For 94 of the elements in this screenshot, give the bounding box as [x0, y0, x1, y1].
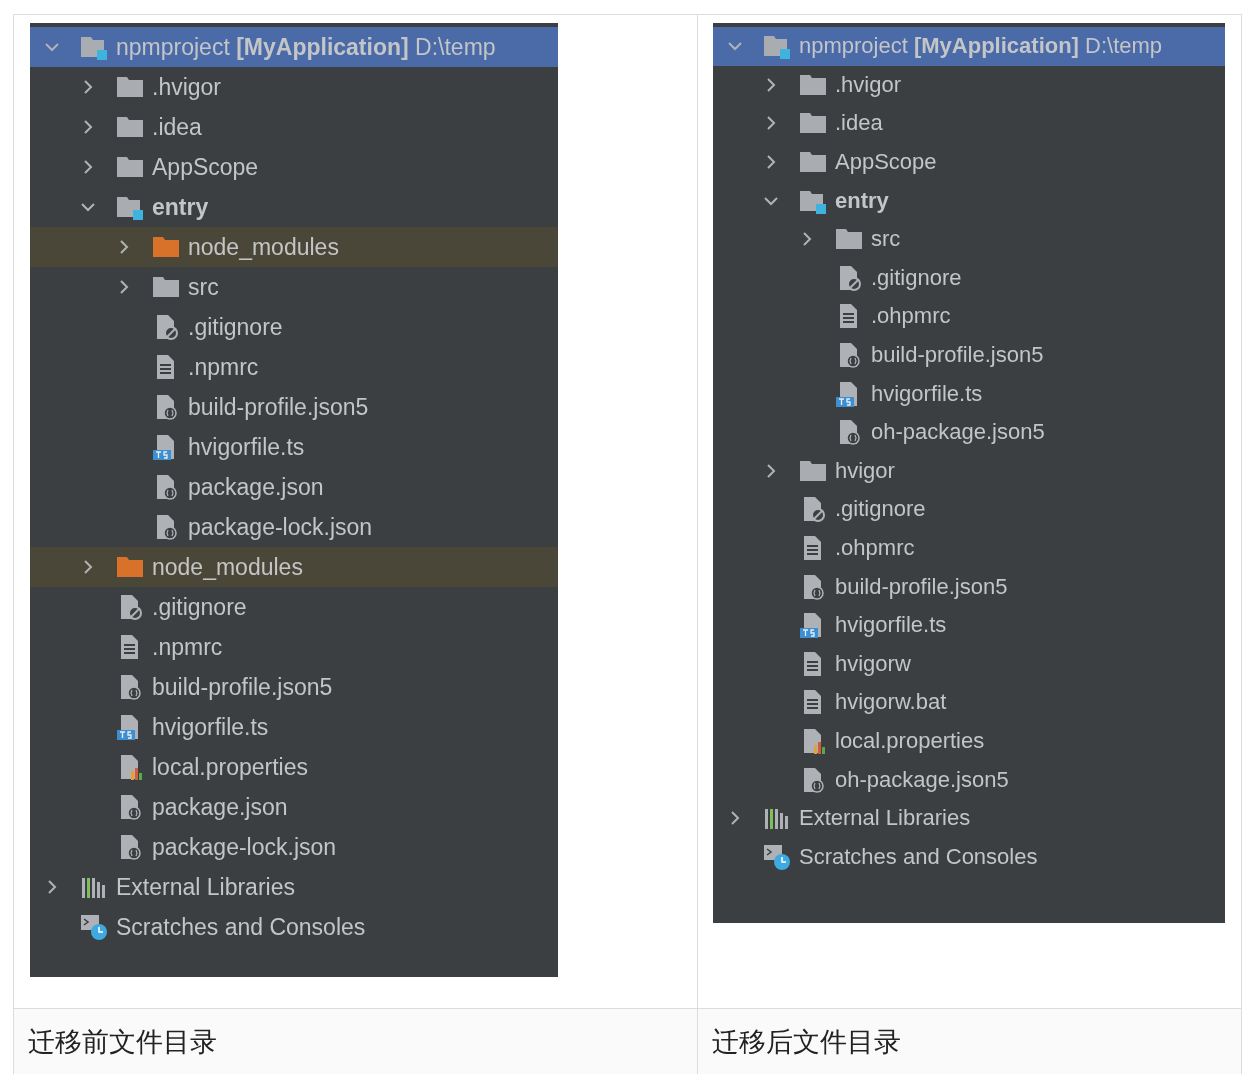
tree-item-label: Scratches and Consoles	[116, 913, 366, 941]
tree-item-label: External Libraries	[116, 873, 295, 901]
scratches-icon	[80, 913, 108, 941]
tree-row[interactable]: .gitignore	[713, 258, 1225, 298]
tree-item-label: local.properties	[835, 728, 985, 754]
tree-row[interactable]: entry	[30, 187, 558, 227]
tree-row[interactable]: .hvigor	[30, 67, 558, 107]
tree-item-label: .hvigor	[152, 73, 222, 101]
tree-row[interactable]: .gitignore	[713, 490, 1225, 529]
tree-row[interactable]: build-profile.json5	[30, 387, 558, 427]
tree-row[interactable]: node_modules	[30, 547, 558, 587]
tree-item-label: entry	[835, 187, 889, 214]
tree-item-label: package.json	[152, 793, 288, 821]
tree-row[interactable]: node_modules	[30, 227, 558, 267]
tree-row[interactable]: build-profile.json5	[713, 335, 1225, 375]
tree-item-label: build-profile.json5	[871, 342, 1044, 369]
tree-item-label: package.json	[188, 473, 324, 501]
tree-item-label: package-lock.json	[188, 513, 373, 541]
tree-item-label: hvigorfile.ts	[188, 433, 305, 461]
tree-item-label: .idea	[835, 110, 883, 137]
tree-item-label: build-profile.json5	[152, 673, 333, 701]
tree-row[interactable]: .idea	[713, 104, 1225, 143]
tree-row[interactable]: hvigorfile.ts	[713, 374, 1225, 413]
tree-item-label: build-profile.json5	[835, 573, 1008, 600]
tree-item-label: hvigor	[835, 457, 895, 484]
tree-item-label: hvigorw.bat	[835, 689, 947, 716]
tree-row[interactable]: oh-package.json5	[713, 412, 1225, 452]
tree-row[interactable]: hvigorfile.ts	[30, 427, 558, 467]
tree-row[interactable]: package.json	[30, 467, 558, 507]
tree-item-label: AppScope	[835, 149, 937, 176]
tree-row[interactable]: build-profile.json5	[713, 567, 1225, 606]
tree-item-label: entry	[152, 193, 209, 221]
tree-row[interactable]: entry	[713, 181, 1225, 220]
tree-row[interactable]: AppScope	[30, 147, 558, 187]
tree-item-label: hvigorfile.ts	[835, 612, 947, 639]
tree-item-label: .hvigor	[835, 71, 902, 98]
tree-item-label: External Libraries	[799, 805, 971, 832]
caption-text: 迁移后文件目录	[712, 1024, 901, 1059]
tree-row[interactable]: External Libraries	[713, 798, 1225, 838]
tree-item-label: .gitignore	[188, 313, 283, 341]
tree-row[interactable]: Scratches and Consoles	[30, 907, 558, 947]
tree-row[interactable]: local.properties	[713, 721, 1225, 761]
tree-row[interactable]: .npmrc	[30, 347, 558, 387]
tree-row[interactable]: hvigorw.bat	[713, 683, 1225, 722]
tree-row[interactable]: .gitignore	[30, 307, 558, 347]
tree-item-label: Scratches and Consoles	[799, 843, 1038, 870]
tree-row[interactable]: hvigorfile.ts	[30, 707, 558, 747]
tree-item-label: oh-package.json5	[835, 766, 1009, 793]
tree-row[interactable]: .hvigor	[713, 65, 1225, 105]
tree-row[interactable]: package-lock.json	[30, 507, 558, 547]
tree-row[interactable]: package.json	[30, 787, 558, 827]
tree-row[interactable]: Scratches and Consoles	[713, 837, 1225, 877]
tree-row[interactable]: hvigor	[713, 451, 1225, 491]
tree-row[interactable]: package-lock.json	[30, 827, 558, 867]
caption-text: 迁移前文件目录	[28, 1024, 217, 1059]
tree-row[interactable]: hvigorw	[713, 644, 1225, 684]
tree-item-label: AppScope	[152, 153, 259, 181]
tree-item-label: hvigorw	[835, 650, 911, 677]
tree-row[interactable]: oh-package.json5	[713, 760, 1225, 799]
tree-row[interactable]: build-profile.json5	[30, 667, 558, 707]
tree-item-label: .ohpmrc	[871, 303, 951, 330]
tree-item-label: .gitignore	[152, 593, 247, 621]
tree-item-label: npmproject [MyApplication] D:\temp	[799, 33, 1163, 60]
scratches-icon	[763, 842, 791, 871]
tree-row[interactable]: .gitignore	[30, 587, 558, 627]
tree-item-label: .npmrc	[152, 633, 223, 661]
tree-item-label: node_modules	[188, 233, 339, 261]
tree-row[interactable]: .ohpmrc	[713, 297, 1225, 336]
tree-item-label: local.properties	[152, 753, 308, 781]
tree-item-label: oh-package.json5	[871, 419, 1045, 446]
tree-item-label: src	[188, 273, 219, 301]
tree-item-label: build-profile.json5	[188, 393, 369, 421]
tree-row[interactable]: local.properties	[30, 747, 558, 787]
tree-row[interactable]: src	[713, 219, 1225, 259]
tree-row[interactable]: External Libraries	[30, 867, 558, 907]
tree-item-label: hvigorfile.ts	[152, 713, 269, 741]
tree-row[interactable]: AppScope	[713, 142, 1225, 182]
tree-item-label: .idea	[152, 113, 202, 141]
tree-row[interactable]: src	[30, 267, 558, 307]
tree-item-label: .gitignore	[871, 264, 962, 291]
tree-item-label: node_modules	[152, 553, 303, 581]
tree-item-label: npmproject [MyApplication] D:\temp	[116, 33, 496, 61]
tree-row[interactable]: .npmrc	[30, 627, 558, 667]
tree-item-label: hvigorfile.ts	[871, 380, 983, 407]
tree-item-label: .npmrc	[188, 353, 259, 381]
tree-row[interactable]: .ohpmrc	[713, 528, 1225, 568]
tree-row[interactable]: npmproject [MyApplication] D:\temp	[30, 27, 558, 67]
tree-item-label: package-lock.json	[152, 833, 337, 861]
tree-item-label: .ohpmrc	[835, 535, 915, 561]
tree-item-label: src	[871, 226, 901, 253]
tree-row[interactable]: npmproject [MyApplication] D:\temp	[713, 27, 1225, 66]
tree-row[interactable]: hvigorfile.ts	[713, 605, 1225, 645]
tree-row[interactable]: .idea	[30, 107, 558, 147]
tree-item-label: .gitignore	[835, 496, 926, 523]
